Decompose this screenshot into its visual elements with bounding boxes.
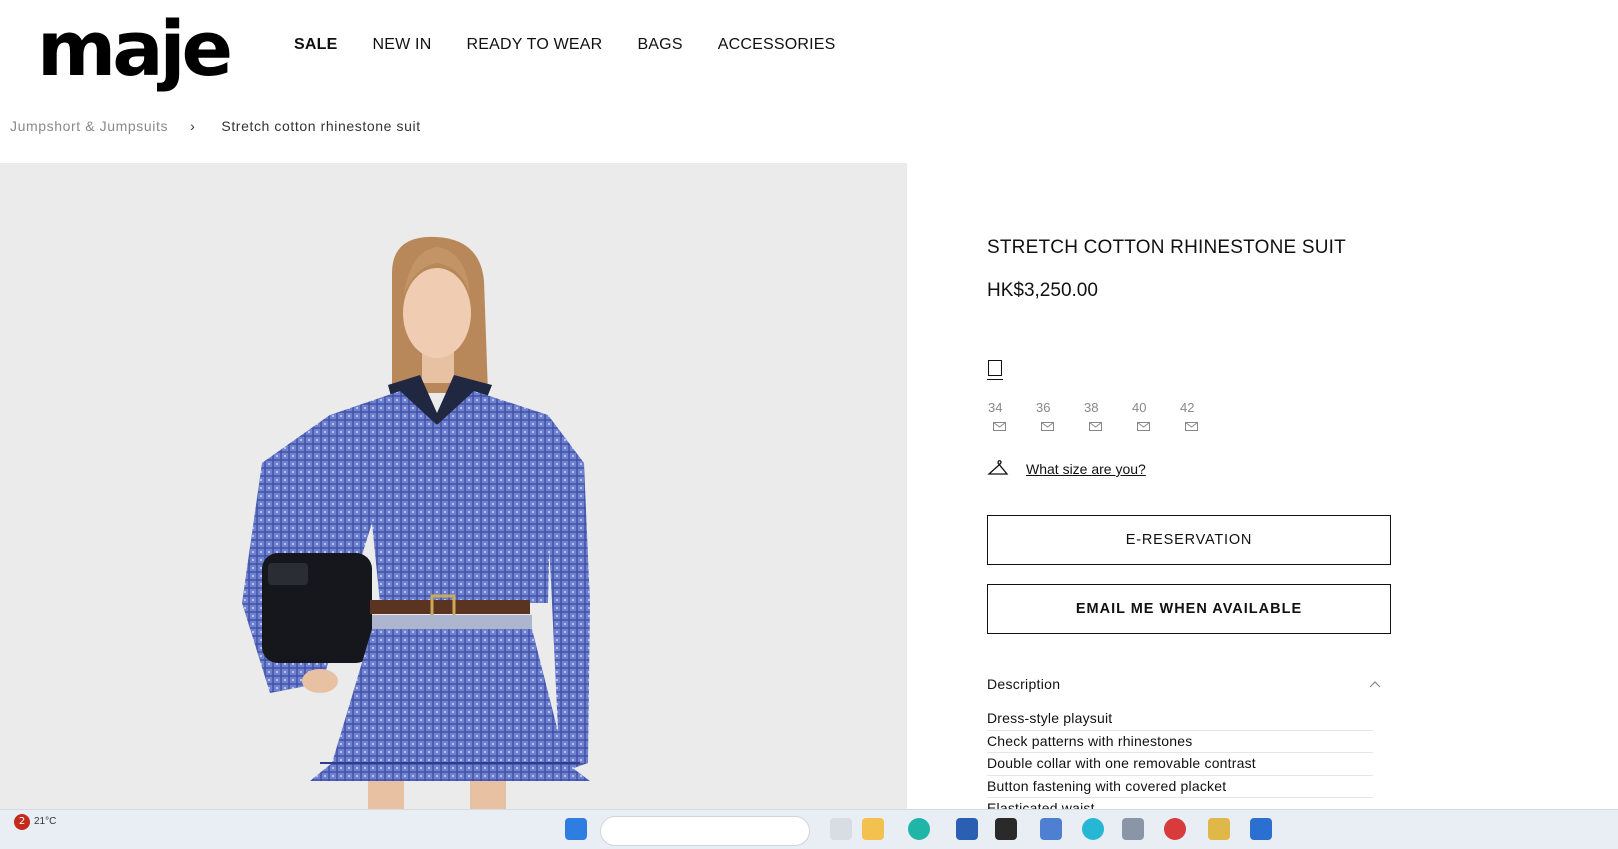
model-photo-illustration [242, 236, 590, 809]
edge-icon[interactable] [908, 818, 930, 840]
nav-item-sale[interactable]: SALE [294, 36, 337, 54]
size-label: 36 [1036, 400, 1051, 415]
description-heading: Description [987, 676, 1061, 692]
product-title: STRETCH COTTON RHINESTONE SUIT [987, 237, 1346, 258]
size-label: 34 [988, 400, 1003, 415]
nav-item-accessories[interactable]: ACCESSORIES [718, 36, 836, 54]
size-option-42[interactable]: 42 [1179, 400, 1227, 431]
envelope-icon [1041, 422, 1054, 431]
outlook-icon[interactable] [956, 818, 978, 840]
size-option-38[interactable]: 38 [1083, 400, 1131, 431]
breadcrumb-parent-link[interactable]: Jumpshort & Jumpsuits [10, 118, 168, 134]
terminal-icon[interactable] [995, 818, 1017, 840]
task-view-icon[interactable] [830, 818, 852, 840]
breadcrumb-current: Stretch cotton rhinestone suit [221, 118, 421, 134]
product-price: HK$3,250.00 [987, 280, 1098, 301]
chevron-right-icon: › [190, 118, 196, 134]
description-list: Dress-style playsuit Check patterns with… [987, 708, 1373, 821]
app-icon[interactable] [1040, 818, 1062, 840]
site-header: maje SALE NEW IN READY TO WEAR BAGS ACCE… [0, 0, 1618, 100]
size-label: 38 [1084, 400, 1099, 415]
start-icon[interactable] [565, 818, 587, 840]
app-icon[interactable] [1208, 818, 1230, 840]
description-item: Check patterns with rhinestones [987, 731, 1373, 753]
size-selector: 34 36 38 40 42 [987, 400, 1227, 431]
envelope-icon [1185, 422, 1198, 431]
description-item: Button fastening with covered placket [987, 776, 1373, 798]
maje-logo[interactable]: maje [37, 4, 233, 94]
browser-icon[interactable] [1082, 818, 1104, 840]
description-accordion-header[interactable]: Description [987, 676, 1381, 692]
main-nav: SALE NEW IN READY TO WEAR BAGS ACCESSORI… [294, 36, 871, 54]
chevron-up-icon[interactable] [1369, 680, 1381, 688]
hanger-icon [987, 460, 1009, 475]
weather-widget[interactable]: 21°C [34, 816, 56, 827]
breadcrumb: Jumpshort & Jumpsuits › Stretch cotton r… [10, 118, 421, 134]
taskbar-search-input[interactable] [600, 816, 810, 846]
e-reservation-button[interactable]: E-RESERVATION [987, 515, 1391, 565]
size-label: 40 [1132, 400, 1147, 415]
size-guide: What size are you? [987, 460, 1146, 478]
envelope-icon [1137, 422, 1150, 431]
product-image[interactable] [0, 163, 907, 809]
app-icon[interactable] [1122, 818, 1144, 840]
size-option-40[interactable]: 40 [1131, 400, 1179, 431]
size-label: 42 [1180, 400, 1195, 415]
file-explorer-icon[interactable] [862, 818, 884, 840]
chrome-icon[interactable] [1164, 818, 1186, 840]
notification-badge[interactable]: 2 [14, 814, 30, 830]
size-option-36[interactable]: 36 [1035, 400, 1083, 431]
nav-item-new-in[interactable]: NEW IN [372, 36, 431, 54]
envelope-icon [993, 422, 1006, 431]
nav-item-ready-to-wear[interactable]: READY TO WEAR [466, 36, 602, 54]
os-taskbar: 2 21°C [0, 809, 1618, 849]
app-icon[interactable] [1250, 818, 1272, 840]
nav-item-bags[interactable]: BAGS [637, 36, 682, 54]
description-item: Dress-style playsuit [987, 708, 1373, 731]
email-when-available-button[interactable]: EMAIL ME WHEN AVAILABLE [987, 584, 1391, 634]
envelope-icon [1089, 422, 1102, 431]
swatch-outline-icon[interactable] [987, 360, 1003, 380]
size-option-34[interactable]: 34 [987, 400, 1035, 431]
description-item: Double collar with one removable contras… [987, 753, 1373, 776]
size-guide-link[interactable]: What size are you? [1026, 461, 1146, 477]
